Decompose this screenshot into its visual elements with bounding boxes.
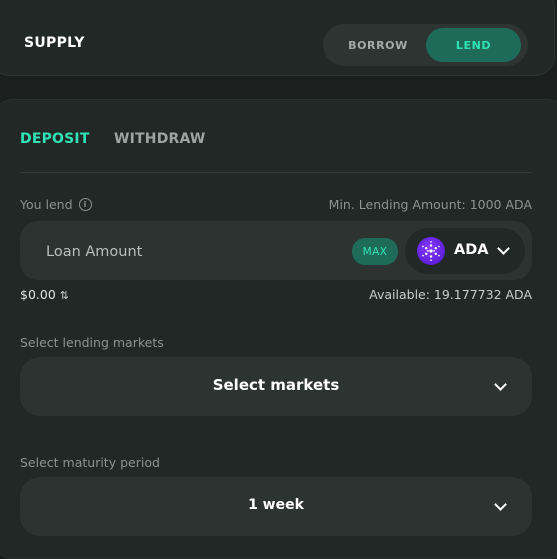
info-icon[interactable]: i	[78, 198, 92, 211]
page-title: SUPPLY	[24, 35, 85, 51]
min-lending-amount: Min. Lending Amount: 1000 ADA	[328, 197, 532, 212]
available-balance: Available: 19.177732 ADA	[369, 287, 532, 302]
maturity-period-select[interactable]: 1 week	[20, 477, 532, 536]
loan-amount-field: MAX	[20, 221, 532, 280]
tab-deposit[interactable]: DEPOSIT	[20, 131, 90, 147]
lending-markets-label: Select lending markets	[20, 335, 164, 350]
borrow-toggle-button[interactable]: BORROW	[329, 28, 427, 62]
chevron-down-icon	[497, 242, 510, 255]
usd-value: $0.00 ⇅	[20, 287, 69, 302]
max-button[interactable]: MAX	[352, 238, 398, 265]
tab-withdraw[interactable]: WITHDRAW	[114, 131, 206, 147]
loan-amount-input[interactable]	[44, 233, 338, 271]
borrow-lend-toggle[interactable]: BORROW LEND	[323, 24, 528, 66]
lend-toggle-button[interactable]: LEND	[426, 28, 521, 62]
lending-markets-select[interactable]: Select markets	[20, 357, 532, 416]
tab-divider	[20, 172, 532, 173]
you-lend-text: You lend	[20, 197, 73, 212]
usd-value-text: $0.00	[20, 287, 56, 302]
asset-symbol: ADA	[454, 242, 489, 258]
swap-arrows-icon[interactable]: ⇅	[60, 289, 69, 302]
maturity-period-value: 1 week	[248, 497, 304, 513]
maturity-period-label: Select maturity period	[20, 455, 160, 470]
you-lend-label: You lend i	[20, 197, 92, 212]
asset-selector[interactable]: ADA	[405, 228, 525, 274]
lending-markets-value: Select markets	[212, 376, 340, 394]
ada-token-icon	[417, 237, 445, 265]
